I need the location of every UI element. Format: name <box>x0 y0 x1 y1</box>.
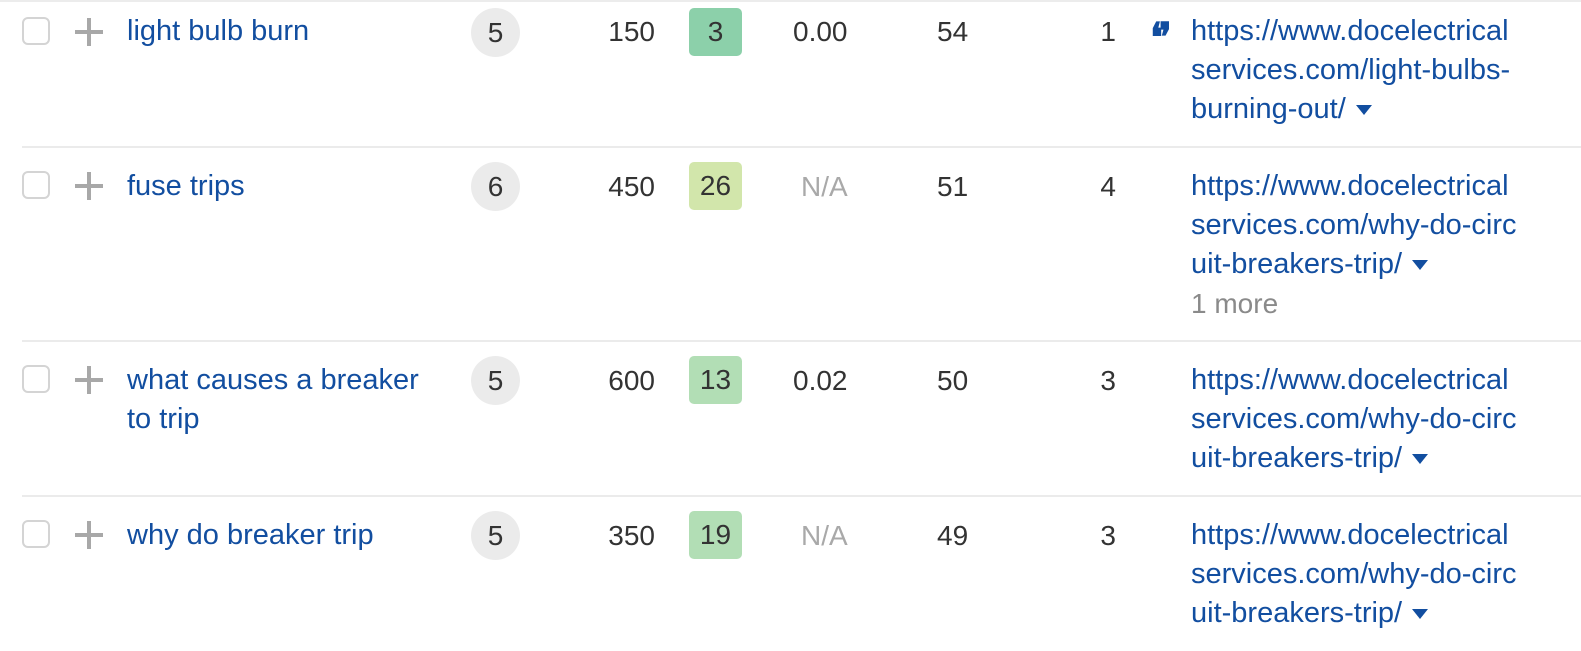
url-line: services.com/why-do-circ <box>1191 209 1517 241</box>
position-value: 1 <box>1100 16 1116 47</box>
url-line: https://www.docelectrical <box>1191 364 1509 396</box>
cpc-value: 0.02 <box>793 365 848 396</box>
volume-value: 450 <box>608 171 655 202</box>
add-to-list-plus-icon[interactable] <box>74 365 104 395</box>
caret-down-icon[interactable] <box>1412 260 1429 271</box>
caret-down-icon[interactable] <box>1412 454 1429 465</box>
cpc-value: 0.00 <box>793 16 848 47</box>
position-value: 4 <box>1100 171 1116 202</box>
table-row: fuse trips 6 450 26 N/A 51 4 https://www… <box>0 148 1581 342</box>
position-value: 3 <box>1100 365 1116 396</box>
table-row: why do breaker trip 5 350 19 N/A 49 3 ht… <box>0 497 1581 651</box>
url-line: https://www.docelectrical <box>1191 519 1509 551</box>
kd-badge: 19 <box>689 511 742 559</box>
featured-snippet-quote-icon: ❛❜ <box>1150 14 1172 61</box>
url-line: uit-breakers-trip/ <box>1191 442 1403 474</box>
ranking-url-link[interactable]: https://www.docelectrical services.com/w… <box>1191 361 1581 478</box>
url-line: https://www.docelectrical <box>1191 15 1509 47</box>
row-checkbox[interactable] <box>22 171 50 199</box>
keyword-link[interactable]: fuse trips <box>127 167 457 206</box>
traffic-value: 49 <box>937 520 969 551</box>
kd-badge: 26 <box>689 162 742 210</box>
position-value: 3 <box>1100 520 1116 551</box>
more-urls-link[interactable]: 1 more <box>1191 284 1581 323</box>
url-line: uit-breakers-trip/ <box>1191 597 1403 629</box>
cpc-value: N/A <box>801 171 848 202</box>
traffic-value: 50 <box>937 365 969 396</box>
cpc-value: N/A <box>801 520 848 551</box>
serp-features-badge[interactable]: 5 <box>471 8 520 57</box>
volume-value: 150 <box>608 16 655 47</box>
volume-value: 350 <box>608 520 655 551</box>
add-to-list-plus-icon[interactable] <box>74 17 104 47</box>
traffic-value: 51 <box>937 171 969 202</box>
serp-features-badge[interactable]: 5 <box>471 511 520 560</box>
table-row: light bulb burn 5 150 3 0.00 54 1 ❛❜ htt… <box>0 0 1581 148</box>
url-line: services.com/light-bulbs- <box>1191 54 1511 86</box>
row-checkbox[interactable] <box>22 520 50 548</box>
kd-badge: 3 <box>689 8 742 56</box>
add-to-list-plus-icon[interactable] <box>74 171 104 201</box>
traffic-value: 54 <box>937 16 969 47</box>
ranking-url-link[interactable]: https://www.docelectrical services.com/l… <box>1191 12 1581 129</box>
kd-badge: 13 <box>689 356 742 404</box>
add-to-list-plus-icon[interactable] <box>74 520 104 550</box>
row-checkbox[interactable] <box>22 17 50 45</box>
ranking-url-link[interactable]: https://www.docelectrical services.com/w… <box>1191 516 1581 633</box>
row-checkbox[interactable] <box>22 365 50 393</box>
url-line: uit-breakers-trip/ <box>1191 248 1403 280</box>
url-line: services.com/why-do-circ <box>1191 403 1517 435</box>
keyword-link[interactable]: light bulb burn <box>127 12 457 51</box>
url-line: burning-out/ <box>1191 93 1346 125</box>
serp-features-badge[interactable]: 6 <box>471 162 520 211</box>
serp-features-badge[interactable]: 5 <box>471 356 520 405</box>
volume-value: 600 <box>608 365 655 396</box>
ranking-url-link[interactable]: https://www.docelectrical services.com/w… <box>1191 167 1581 323</box>
table-row: what causes a breaker to trip 5 600 13 0… <box>0 342 1581 497</box>
keyword-link[interactable]: what causes a breaker to trip <box>127 361 447 439</box>
caret-down-icon[interactable] <box>1412 609 1429 620</box>
caret-down-icon[interactable] <box>1355 105 1372 116</box>
url-line: https://www.docelectrical <box>1191 170 1509 202</box>
keyword-link[interactable]: why do breaker trip <box>127 516 457 555</box>
url-line: services.com/why-do-circ <box>1191 558 1517 590</box>
